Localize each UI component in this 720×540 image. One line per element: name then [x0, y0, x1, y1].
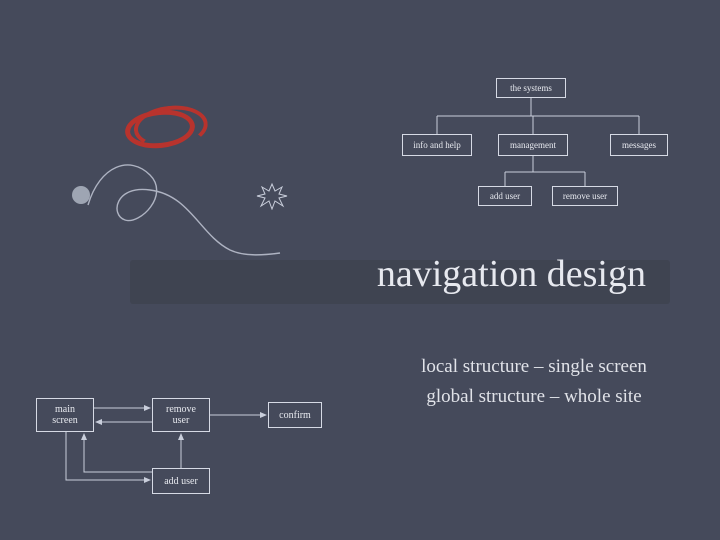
- subtitles: local structure – single screen global s…: [374, 352, 694, 413]
- tree-connectors: [390, 78, 700, 238]
- tree-node-management: management: [498, 134, 568, 156]
- flow-diagram: main screen remove user confirm add user: [36, 390, 356, 520]
- tree-node-root: the systems: [496, 78, 566, 98]
- slide: the systems info and help management mes…: [0, 0, 720, 540]
- flow-box-add-user: add user: [152, 468, 210, 494]
- slide-title: navigation design: [130, 252, 670, 296]
- tree-node-remove-user: remove user: [552, 186, 618, 206]
- flow-box-confirm: confirm: [268, 402, 322, 428]
- burst-icon: [256, 182, 288, 210]
- hierarchy-tree: the systems info and help management mes…: [390, 78, 700, 238]
- tree-node-info: info and help: [402, 134, 472, 156]
- tree-node-messages: messages: [610, 134, 668, 156]
- tree-node-add-user: add user: [478, 186, 532, 206]
- flow-box-remove: remove user: [152, 398, 210, 432]
- dot-icon: [72, 186, 90, 204]
- flow-box-main: main screen: [36, 398, 94, 432]
- subtitle-global: global structure – whole site: [374, 382, 694, 412]
- subtitle-local: local structure – single screen: [374, 352, 694, 382]
- title-banner: navigation design: [130, 254, 670, 312]
